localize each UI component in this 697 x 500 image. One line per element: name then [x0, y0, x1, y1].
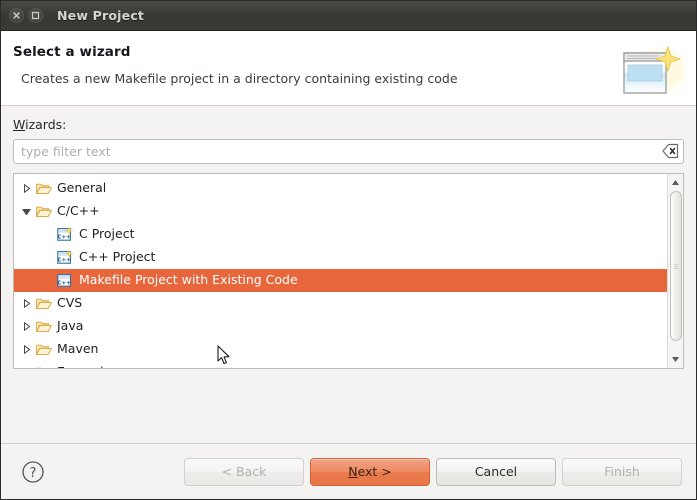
- close-icon[interactable]: [9, 8, 24, 23]
- folder-icon: [34, 320, 53, 333]
- scroll-down-icon[interactable]: [669, 352, 683, 367]
- scrollbar-thumb[interactable]: [669, 191, 682, 341]
- next-button[interactable]: Next >: [310, 457, 430, 486]
- vertical-scrollbar[interactable]: [667, 174, 683, 368]
- new-project-dialog: New Project Select a wizard Creates a ne…: [0, 0, 697, 500]
- tree-item-maven[interactable]: Maven: [14, 338, 667, 361]
- wizard-header: Select a wizard Creates a new Makefile p…: [1, 31, 696, 106]
- new-project-wizard-icon: [606, 41, 694, 105]
- makefile-project-icon: C++: [56, 273, 75, 288]
- wizard-tree-rows: General C/C++ C++ C Project C++ C++ Project C+…: [14, 174, 667, 368]
- page-description: Creates a new Makefile project in a dire…: [21, 71, 458, 86]
- tree-item-c-c[interactable]: C/C++: [14, 200, 667, 223]
- tree-item-c-project[interactable]: C++ C++ Project: [14, 246, 667, 269]
- cancel-button[interactable]: Cancel: [436, 457, 556, 486]
- tree-item-label: Makefile Project with Existing Code: [79, 272, 298, 288]
- svg-text:C++: C++: [57, 234, 71, 240]
- tree-item-label: C++ Project: [79, 249, 156, 265]
- svg-text:C++: C++: [57, 280, 71, 286]
- wizards-label-mnemonic: W: [13, 117, 26, 132]
- window-title: New Project: [57, 8, 145, 23]
- filter-row: [13, 139, 684, 164]
- clear-field-icon[interactable]: [662, 143, 679, 159]
- tree-item-java[interactable]: Java: [14, 315, 667, 338]
- dialog-button-bar: < Back Next > Cancel Finish: [184, 457, 682, 486]
- maximize-icon[interactable]: [28, 8, 43, 23]
- folder-icon: [34, 297, 53, 310]
- back-button: < Back: [184, 457, 304, 486]
- tree-item-label: C Project: [79, 226, 135, 242]
- wizards-label-rest: izards:: [25, 117, 67, 132]
- page-title: Select a wizard: [13, 44, 131, 60]
- tree-item-label: General: [57, 180, 107, 196]
- tree-item-label: CVS: [57, 295, 83, 311]
- dialog-footer: ? < Back Next > Cancel Finish: [1, 443, 696, 499]
- folder-icon: [34, 182, 53, 195]
- help-icon[interactable]: ?: [21, 460, 45, 484]
- scrollbar-track[interactable]: [669, 190, 683, 352]
- tree-item-label: Example: [57, 366, 111, 368]
- scroll-up-icon[interactable]: [669, 175, 683, 190]
- next-button-suffix: ext >: [357, 464, 392, 479]
- wizard-tree[interactable]: General C/C++ C++ C Project C++ C++ Project C+…: [13, 173, 684, 369]
- tree-twisty-collapsed-icon[interactable]: [19, 345, 34, 354]
- tree-item-makefile-project-with-existing-code[interactable]: C++ Makefile Project with Existing Code: [14, 269, 667, 292]
- tree-item-example[interactable]: Example: [14, 361, 667, 368]
- svg-text:?: ?: [30, 466, 37, 481]
- finish-button: Finish: [562, 457, 682, 486]
- search-input[interactable]: [13, 139, 684, 164]
- folder-icon: [34, 366, 53, 368]
- tree-item-cvs[interactable]: CVS: [14, 292, 667, 315]
- tree-item-label: Maven: [57, 341, 99, 357]
- tree-twisty-collapsed-icon[interactable]: [19, 322, 34, 331]
- tree-item-general[interactable]: General: [14, 177, 667, 200]
- c-project-icon: C++: [56, 227, 75, 242]
- folder-icon: [34, 343, 53, 356]
- tree-twisty-collapsed-icon[interactable]: [19, 299, 34, 308]
- tree-item-label: C/C++: [57, 203, 100, 219]
- tree-item-c-project[interactable]: C++ C Project: [14, 223, 667, 246]
- tree-twisty-expanded-icon[interactable]: [19, 208, 34, 216]
- wizard-header-text: Select a wizard Creates a new Makefile p…: [1, 41, 606, 86]
- cpp-project-icon: C++: [56, 250, 75, 265]
- next-button-mnemonic: N: [348, 464, 358, 479]
- title-bar: New Project: [1, 1, 696, 31]
- folder-icon: [34, 205, 53, 218]
- wizard-content: Wizards: GeneralC/C++C++C ProjectC++C++ …: [1, 106, 696, 443]
- tree-item-label: Java: [57, 318, 84, 334]
- svg-text:C++: C++: [57, 257, 71, 263]
- wizards-label: Wizards:: [13, 117, 684, 132]
- tree-twisty-collapsed-icon[interactable]: [19, 184, 34, 193]
